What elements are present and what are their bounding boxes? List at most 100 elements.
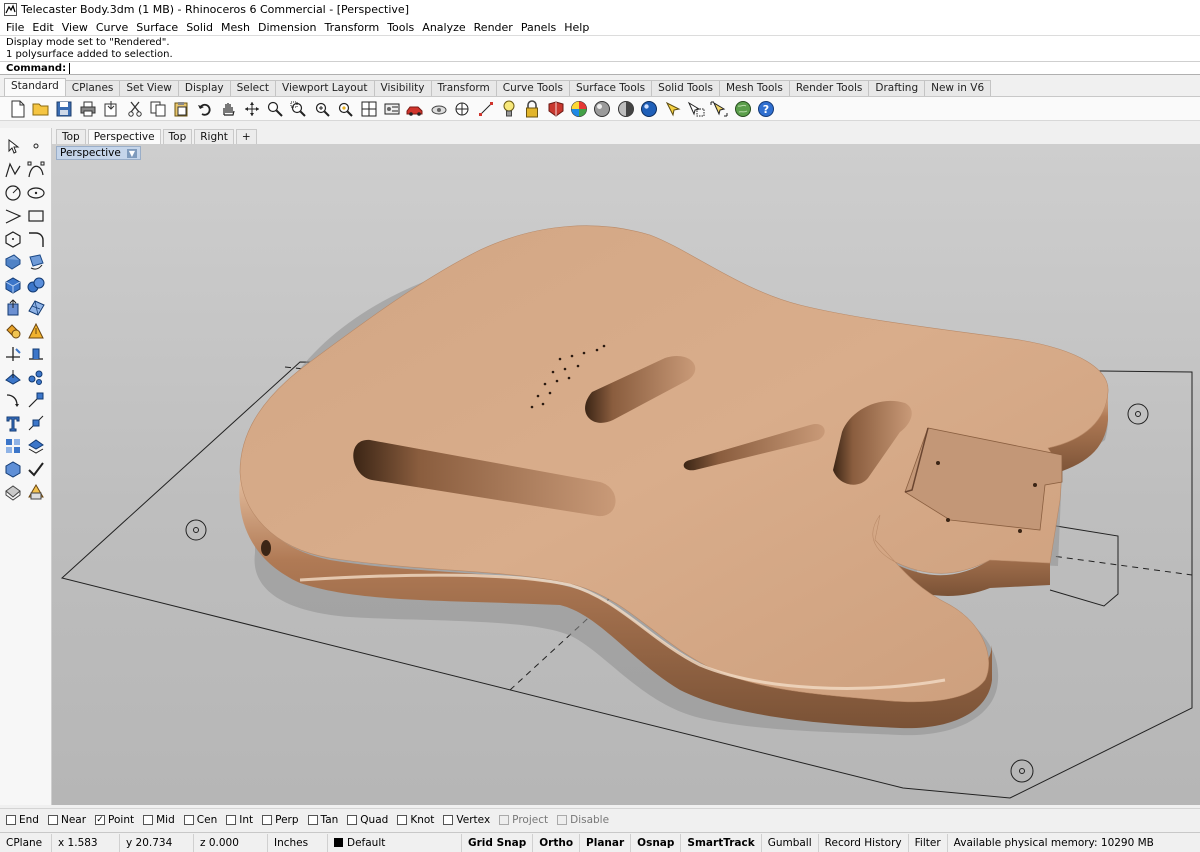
planar-toggle[interactable]: Planar xyxy=(580,833,632,852)
tab-transform[interactable]: Transform xyxy=(430,80,497,96)
tab-viewport-layout[interactable]: Viewport Layout xyxy=(275,80,375,96)
zoom-extents-icon[interactable] xyxy=(310,98,333,120)
save-icon[interactable] xyxy=(53,98,76,120)
target-icon[interactable] xyxy=(450,98,473,120)
surface-icon[interactable] xyxy=(2,252,24,272)
rectangle-icon[interactable] xyxy=(25,206,47,226)
array-icon[interactable] xyxy=(25,390,47,410)
car-icon[interactable] xyxy=(404,98,427,120)
sphere-icon[interactable] xyxy=(25,275,47,295)
perspective-viewport[interactable]: Perspective ▼ xyxy=(52,144,1200,805)
tab-render-tools[interactable]: Render Tools xyxy=(788,80,870,96)
pan-hand-icon[interactable] xyxy=(217,98,240,120)
point-icon[interactable] xyxy=(25,136,47,156)
lock-icon[interactable] xyxy=(521,98,544,120)
tab-cplanes[interactable]: CPlanes xyxy=(64,80,121,96)
osnap-cen[interactable]: Cen xyxy=(183,814,217,826)
dimension-icon[interactable] xyxy=(25,413,47,433)
zoom-selected-icon[interactable] xyxy=(333,98,356,120)
filter-toggle[interactable]: Filter xyxy=(909,833,948,852)
rotate-surface-icon[interactable] xyxy=(25,252,47,272)
help-icon[interactable]: ? xyxy=(755,98,778,120)
osnap-disable[interactable]: Disable xyxy=(557,814,609,826)
split-icon[interactable] xyxy=(25,344,47,364)
grid-snap-toggle[interactable]: Grid Snap xyxy=(462,833,534,852)
tab-display[interactable]: Display xyxy=(177,80,231,96)
mesh-icon[interactable] xyxy=(25,298,47,318)
open-folder-icon[interactable] xyxy=(29,98,52,120)
select-icon[interactable] xyxy=(684,98,707,120)
osnap-int[interactable]: Int xyxy=(226,814,253,826)
gumball-toggle[interactable]: Gumball xyxy=(762,833,819,852)
zoom-window-icon[interactable] xyxy=(287,98,310,120)
menu-render[interactable]: Render xyxy=(470,21,517,34)
viewport-tab-perspective[interactable]: Perspective xyxy=(87,129,161,144)
current-layer[interactable]: Default xyxy=(328,833,462,852)
cplane-indicator[interactable]: CPlane xyxy=(0,833,52,852)
import-icon[interactable] xyxy=(100,98,123,120)
move-icon[interactable] xyxy=(2,367,24,387)
checkbox[interactable] xyxy=(443,814,454,825)
render-icon[interactable] xyxy=(2,482,24,502)
ellipse-icon[interactable] xyxy=(25,183,47,203)
osnap-project[interactable]: Project xyxy=(499,814,548,826)
menu-curve[interactable]: Curve xyxy=(92,21,132,34)
tab-mesh-tools[interactable]: Mesh Tools xyxy=(718,80,790,96)
tab-standard[interactable]: Standard xyxy=(4,78,66,96)
checkbox[interactable] xyxy=(183,814,194,825)
curve-cp-icon[interactable] xyxy=(25,160,47,180)
checkbox[interactable] xyxy=(499,814,510,825)
osnap-toggle[interactable]: Osnap xyxy=(631,833,682,852)
copy-icon[interactable] xyxy=(146,98,169,120)
menu-panels[interactable]: Panels xyxy=(517,21,560,34)
menu-tools[interactable]: Tools xyxy=(383,21,418,34)
osnap-near[interactable]: Near xyxy=(47,814,86,826)
checkbox[interactable] xyxy=(557,814,568,825)
tab-solid-tools[interactable]: Solid Tools xyxy=(651,80,720,96)
checkbox[interactable] xyxy=(307,814,318,825)
select-arrow-icon[interactable] xyxy=(2,136,24,156)
polyline-icon[interactable] xyxy=(2,160,24,180)
checkbox[interactable] xyxy=(347,814,358,825)
block-icon[interactable] xyxy=(2,459,24,479)
menu-help[interactable]: Help xyxy=(560,21,593,34)
menu-dimension[interactable]: Dimension xyxy=(254,21,320,34)
checkbox[interactable] xyxy=(143,814,154,825)
units-indicator[interactable]: Inches xyxy=(268,833,328,852)
checkbox[interactable] xyxy=(6,814,16,825)
print-icon[interactable] xyxy=(76,98,99,120)
extrude-icon[interactable] xyxy=(2,298,24,318)
smarttrack-toggle[interactable]: SmartTrack xyxy=(681,833,762,852)
menu-view[interactable]: View xyxy=(58,21,92,34)
scale-icon[interactable] xyxy=(25,367,47,387)
highlight-icon[interactable] xyxy=(661,98,684,120)
paste-icon[interactable] xyxy=(170,98,193,120)
undo-icon[interactable] xyxy=(193,98,216,120)
boolean-icon[interactable] xyxy=(2,321,24,341)
tab-select[interactable]: Select xyxy=(229,80,277,96)
viewport-menu-arrow-icon[interactable]: ▼ xyxy=(126,148,137,158)
trim-icon[interactable] xyxy=(2,344,24,364)
select-all-icon[interactable] xyxy=(708,98,731,120)
options-icon[interactable] xyxy=(380,98,403,120)
checkbox[interactable] xyxy=(262,814,273,825)
menu-file[interactable]: File xyxy=(2,21,28,34)
color-wheel-icon[interactable] xyxy=(567,98,590,120)
checkbox-checked[interactable]: ✓ xyxy=(95,814,106,825)
checkbox[interactable] xyxy=(226,814,237,825)
menu-solid[interactable]: Solid xyxy=(182,21,217,34)
named-view-icon[interactable] xyxy=(427,98,450,120)
tab-curve-tools[interactable]: Curve Tools xyxy=(495,80,570,96)
tab-new-in-v6[interactable]: New in V6 xyxy=(924,80,992,96)
viewport-tab-top-2[interactable]: Top xyxy=(162,129,193,144)
ortho-toggle[interactable]: Ortho xyxy=(533,833,581,852)
record-history-toggle[interactable]: Record History xyxy=(819,833,909,852)
osnap-point[interactable]: ✓ Point xyxy=(95,814,134,826)
render-preview-icon[interactable] xyxy=(614,98,637,120)
arc-icon[interactable] xyxy=(2,206,24,226)
menu-analyze[interactable]: Analyze xyxy=(418,21,469,34)
osnap-mid[interactable]: Mid xyxy=(143,814,175,826)
viewport-title-label[interactable]: Perspective ▼ xyxy=(56,146,141,160)
grid-icon[interactable] xyxy=(2,436,24,456)
menu-transform[interactable]: Transform xyxy=(320,21,383,34)
